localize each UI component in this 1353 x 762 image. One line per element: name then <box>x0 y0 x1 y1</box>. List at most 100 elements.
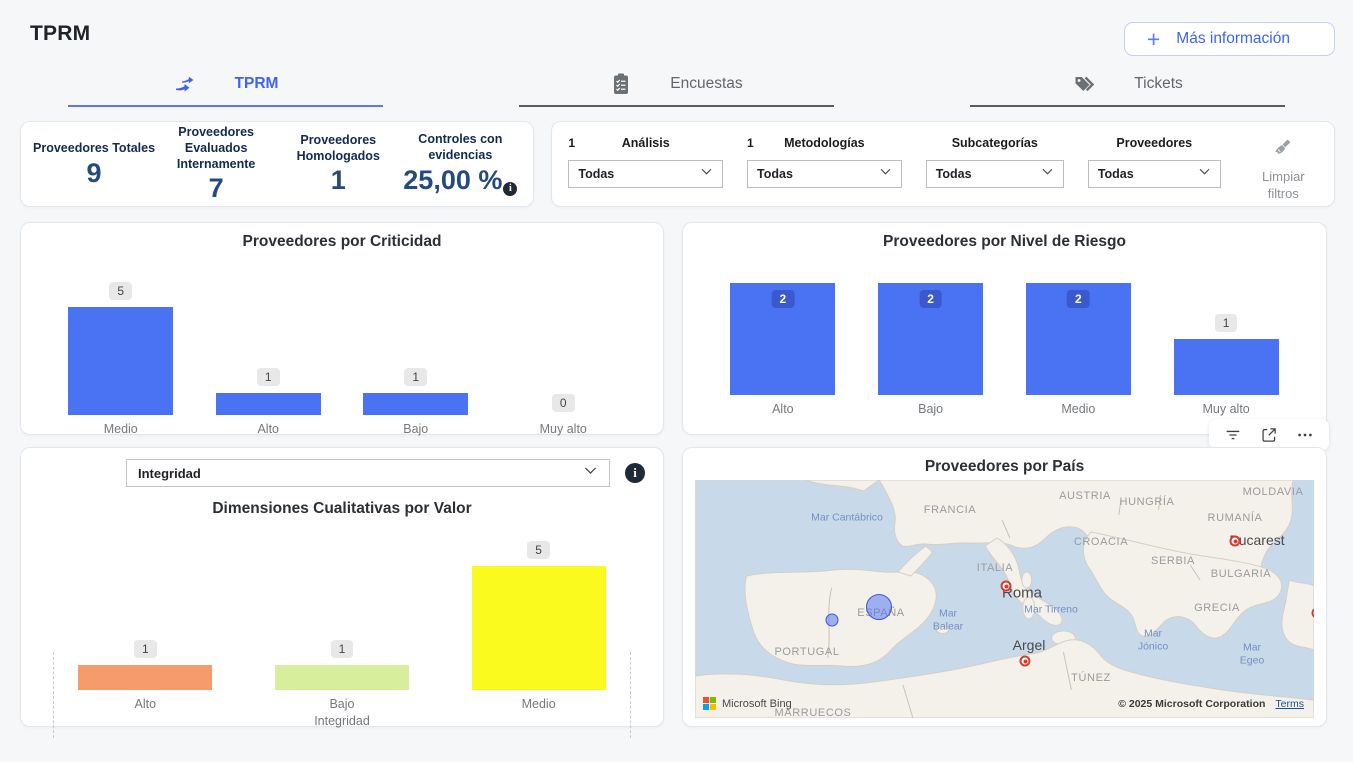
survey-clipboard-icon <box>610 72 632 96</box>
dropdown-value: Todas <box>578 167 614 181</box>
analisis-dropdown[interactable]: Todas <box>568 160 723 188</box>
filter-label: Análisis <box>594 136 697 150</box>
bar-slot-alto[interactable]: 2 <box>730 283 835 395</box>
bing-map[interactable]: FRANCIAAUSTRIAHUNGRÍAMOLDAVIARUMANÍACROA… <box>695 480 1314 718</box>
charts-grid: Proveedores por Criticidad 5110 MedioAlt… <box>20 222 1335 727</box>
bar[interactable]: 2 <box>878 283 983 395</box>
map-base-layer <box>695 480 1314 718</box>
chevron-down-icon <box>582 462 599 484</box>
tab-tickets[interactable]: Tickets <box>902 72 1353 107</box>
bar-slot-medio[interactable]: 2 <box>1026 283 1131 395</box>
summary-row: Proveedores Totales 9 Proveedores Evalua… <box>20 121 1335 207</box>
bar[interactable] <box>78 665 212 690</box>
bar[interactable] <box>1174 339 1279 395</box>
map-city-marker[interactable] <box>1001 581 1012 592</box>
kpi-value: 7 <box>155 174 277 202</box>
filter-icon[interactable] <box>1219 424 1247 446</box>
data-label: 2 <box>772 290 795 308</box>
bar[interactable] <box>216 393 321 415</box>
data-label: 1 <box>134 640 157 658</box>
tags-icon <box>1072 72 1096 96</box>
data-label: 5 <box>527 541 550 559</box>
kpi-label: Proveedores Homologados <box>277 133 399 164</box>
bar-slot-medio[interactable]: 5 <box>68 282 173 415</box>
data-label: 5 <box>109 282 132 300</box>
provider-location-bubble[interactable] <box>826 614 839 627</box>
dimension-dropdown[interactable]: Integridad <box>126 459 610 487</box>
info-icon[interactable]: i <box>503 182 517 196</box>
map-card: Proveedores por País <box>682 447 1327 727</box>
subcategorias-dropdown[interactable]: Todas <box>926 160 1064 188</box>
tab-label: TPRM <box>235 75 279 93</box>
bar-slot-muy-alto[interactable]: 0 <box>511 394 616 415</box>
terms-link[interactable]: Terms <box>1275 698 1304 710</box>
dropdown-value: Integridad <box>138 466 201 481</box>
tab-label: Encuestas <box>670 75 742 93</box>
kpi-value: 1 <box>277 166 399 194</box>
tab-encuestas[interactable]: Encuestas <box>451 72 902 107</box>
popout-icon[interactable] <box>1255 424 1283 446</box>
chevron-down-icon <box>699 164 714 184</box>
header: TPRM + Más información <box>0 0 1353 56</box>
bar-slot-alto[interactable]: 1 <box>78 640 212 690</box>
clear-filters-button[interactable]: Limpiar filtros <box>1247 136 1320 203</box>
map-city-marker[interactable] <box>1020 656 1031 667</box>
x-axis-title: Integridad <box>21 714 663 728</box>
bar-slot-alto[interactable]: 1 <box>216 368 321 415</box>
data-label: 0 <box>552 394 575 412</box>
dropdown-value: Todas <box>1098 167 1134 181</box>
bar-slot-bajo[interactable]: 1 <box>363 368 468 415</box>
bar-slot-bajo[interactable]: 2 <box>878 283 983 395</box>
map-attribution: © 2025 Microsoft Corporation Terms <box>1118 698 1304 710</box>
kpi-proveedores-homologados: Proveedores Homologados 1 <box>277 133 399 195</box>
riesgo-category-axis: AltoBajoMedioMuy alto <box>709 402 1300 416</box>
riesgo-bar-plot: 2 2 2 1 <box>709 275 1300 395</box>
category-label: Alto <box>216 422 321 436</box>
bar[interactable] <box>363 393 468 415</box>
chart-title: Dimensiones Cualitativas por Valor <box>21 500 663 518</box>
filter-subcategorias: Subcategorías Todas <box>926 134 1064 188</box>
chevron-down-icon <box>1197 164 1212 184</box>
chart-riesgo-card: Proveedores por Nivel de Riesgo 2221 Alt… <box>682 222 1327 435</box>
map-city-marker[interactable] <box>1230 536 1241 547</box>
data-label: 1 <box>404 368 427 386</box>
chart-title: Proveedores por País <box>683 458 1326 476</box>
metodologias-dropdown[interactable]: Todas <box>747 160 902 188</box>
microsoft-logo-icon <box>703 697 716 710</box>
bar[interactable] <box>275 665 409 690</box>
chart-dimensiones-card: Integridad i Dimensiones Cualitativas po… <box>20 447 664 727</box>
data-label: 2 <box>1067 290 1090 308</box>
bar[interactable]: 2 <box>730 283 835 395</box>
category-label: Muy alto <box>511 422 616 436</box>
broom-icon <box>1270 136 1296 167</box>
bar-slot-bajo[interactable]: 1 <box>275 640 409 690</box>
filter-analisis: 1 Análisis Todas <box>568 134 723 188</box>
bing-logo: Microsoft Bing <box>703 697 792 710</box>
filter-label: Proveedores <box>1114 136 1195 150</box>
data-label: 1 <box>1215 314 1238 332</box>
data-label: 1 <box>331 640 354 658</box>
dimensiones-category-axis: AltoBajoMedio <box>47 697 637 711</box>
info-icon[interactable]: i <box>625 463 645 483</box>
page-title: TPRM <box>30 22 90 46</box>
category-label: Muy alto <box>1174 402 1279 416</box>
bar[interactable] <box>472 566 606 690</box>
provider-location-bubble[interactable] <box>866 594 892 620</box>
bar-slot-muy-alto[interactable]: 1 <box>1174 314 1279 395</box>
category-label: Alto <box>730 402 835 416</box>
clear-filters-label: Limpiar filtros <box>1247 169 1320 203</box>
more-info-button[interactable]: + Más información <box>1124 22 1335 56</box>
criticidad-bar-plot: 5 1 1 0 <box>47 275 637 415</box>
copyright-label: © 2025 Microsoft Corporation <box>1118 698 1265 710</box>
bar[interactable] <box>68 307 173 415</box>
tab-tprm[interactable]: TPRM <box>0 72 451 107</box>
kpi-value: 25,00 %i <box>399 166 521 196</box>
more-options-icon[interactable] <box>1291 424 1319 446</box>
axis-guide <box>630 652 631 738</box>
bar-slot-medio[interactable]: 5 <box>472 541 606 690</box>
category-label: Bajo <box>363 422 468 436</box>
bar[interactable]: 2 <box>1026 283 1131 395</box>
kpi-proveedores-totales: Proveedores Totales 9 <box>33 141 155 187</box>
proveedores-dropdown[interactable]: Todas <box>1088 160 1221 188</box>
dimension-selector-row: Integridad i <box>126 459 645 487</box>
